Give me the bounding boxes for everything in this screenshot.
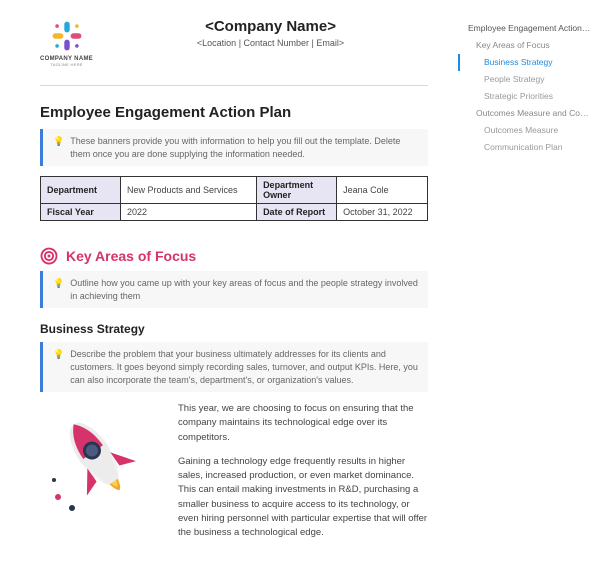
logo-icon bbox=[49, 18, 85, 54]
bulb-icon: 💡 bbox=[53, 348, 64, 386]
company-name-placeholder[interactable]: <Company Name> bbox=[113, 18, 428, 35]
document-header: COMPANY NAME TAGLINE HERE <Company Name>… bbox=[40, 18, 428, 79]
subheading-business-strategy: Business Strategy bbox=[40, 322, 428, 336]
cell-fy-label: Fiscal Year bbox=[41, 204, 121, 221]
paragraph: Gaining a technology edge frequently res… bbox=[178, 455, 428, 541]
outline-item[interactable]: Business Strategy bbox=[458, 54, 592, 71]
banner-text: These banners provide you with informati… bbox=[70, 135, 418, 160]
rocket-illustration bbox=[40, 402, 160, 550]
cell-owner-label: Department Owner bbox=[257, 177, 337, 204]
outline-item[interactable]: Strategic Priorities bbox=[458, 88, 592, 105]
info-banner-focus[interactable]: 💡 Outline how you came up with your key … bbox=[40, 271, 428, 308]
banner-text: Outline how you came up with your key ar… bbox=[70, 277, 418, 302]
section-title: Key Areas of Focus bbox=[66, 248, 196, 264]
info-table: Department New Products and Services Dep… bbox=[40, 176, 428, 221]
target-icon bbox=[40, 247, 58, 265]
outline-item[interactable]: Outcomes Measure and Communicat... bbox=[458, 105, 592, 122]
table-row: Fiscal Year 2022 Date of Report October … bbox=[41, 204, 428, 221]
cell-dept-value[interactable]: New Products and Services bbox=[121, 177, 257, 204]
outline-item[interactable]: Key Areas of Focus bbox=[458, 37, 592, 54]
outline-item[interactable]: Communication Plan bbox=[458, 139, 592, 156]
banner-text: Describe the problem that your business … bbox=[70, 348, 418, 386]
document-main: COMPANY NAME TAGLINE HERE <Company Name>… bbox=[0, 0, 458, 578]
info-banner-strategy[interactable]: 💡 Describe the problem that your busines… bbox=[40, 342, 428, 392]
body-row: This year, we are choosing to focus on e… bbox=[40, 402, 428, 550]
header-divider bbox=[40, 85, 428, 86]
company-contact-placeholder[interactable]: <Location | Contact Number | Email> bbox=[113, 38, 428, 48]
outline-item[interactable]: People Strategy bbox=[458, 71, 592, 88]
outline-item[interactable]: Employee Engagement Action Plan bbox=[458, 20, 592, 37]
cell-date-value[interactable]: October 31, 2022 bbox=[337, 204, 428, 221]
cell-dept-label: Department bbox=[41, 177, 121, 204]
page-title: Employee Engagement Action Plan bbox=[40, 104, 428, 121]
bulb-icon: 💡 bbox=[53, 277, 64, 302]
cell-date-label: Date of Report bbox=[257, 204, 337, 221]
body-text[interactable]: This year, we are choosing to focus on e… bbox=[178, 402, 428, 550]
company-logo: COMPANY NAME TAGLINE HERE bbox=[40, 18, 93, 67]
table-row: Department New Products and Services Dep… bbox=[41, 177, 428, 204]
paragraph: This year, we are choosing to focus on e… bbox=[178, 402, 428, 445]
cell-owner-value[interactable]: Jeana Cole bbox=[337, 177, 428, 204]
section-heading-key-areas: Key Areas of Focus bbox=[40, 247, 428, 265]
bulb-icon: 💡 bbox=[53, 135, 64, 160]
info-banner-intro[interactable]: 💡 These banners provide you with informa… bbox=[40, 129, 428, 166]
logo-tagline: TAGLINE HERE bbox=[50, 62, 83, 67]
rocket-icon bbox=[40, 402, 160, 522]
outline-item[interactable]: Outcomes Measure bbox=[458, 122, 592, 139]
cell-fy-value[interactable]: 2022 bbox=[121, 204, 257, 221]
document-outline: Employee Engagement Action PlanKey Areas… bbox=[458, 0, 600, 578]
